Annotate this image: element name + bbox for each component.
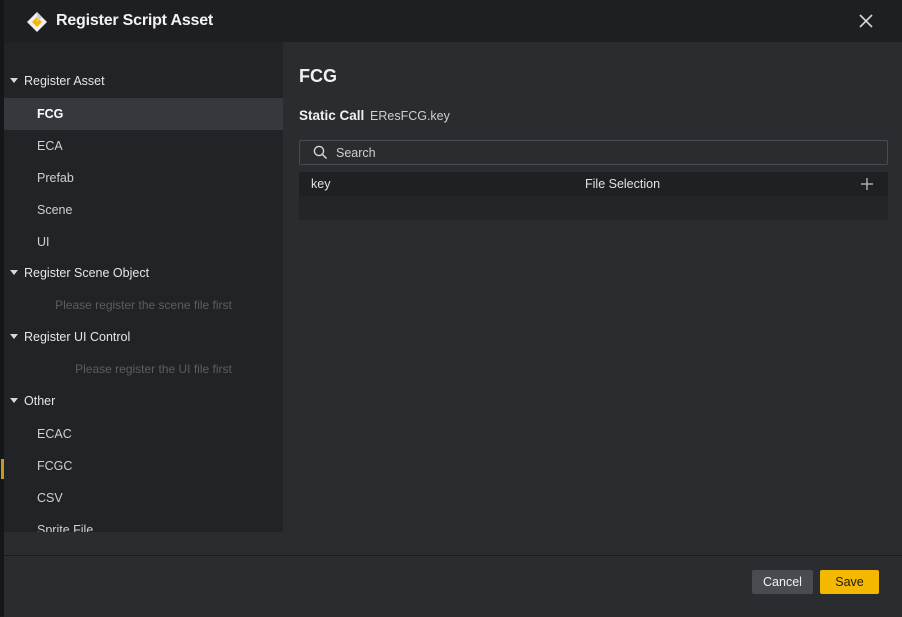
sidebar-item-label: Sprite File <box>37 523 94 532</box>
sidebar-item-prefab[interactable]: Prefab <box>4 162 283 194</box>
caret-down-icon <box>10 398 18 403</box>
dialog-footer: Cancel Save <box>4 555 902 617</box>
column-header-file-selection: File Selection <box>585 177 661 191</box>
group-label: Register Asset <box>24 74 105 88</box>
app-logo-icon <box>27 12 47 32</box>
group-other[interactable]: Other <box>4 389 283 413</box>
sidebar-item-eca[interactable]: ECA <box>4 130 283 162</box>
sidebar-item-sprite-file[interactable]: Sprite File <box>4 514 283 532</box>
sidebar-item-ui[interactable]: UI <box>4 226 283 258</box>
group-label: Register UI Control <box>24 330 131 344</box>
sidebar-item-fcg[interactable]: FCG <box>4 98 283 130</box>
save-button[interactable]: Save <box>820 570 879 594</box>
caret-down-icon <box>10 78 18 83</box>
sidebar-item-ecac[interactable]: ECAC <box>4 418 283 450</box>
dialog-title: Register Script Asset <box>56 12 214 29</box>
ui-control-hint: Please register the UI file first <box>75 362 232 376</box>
sidebar-item-label: ECA <box>37 139 63 153</box>
sidebar-item-label: ECAC <box>37 427 72 441</box>
caret-down-icon <box>10 334 18 339</box>
caret-down-icon <box>10 270 18 275</box>
dialog-title-bar: Register Script Asset <box>4 0 902 42</box>
sidebar-item-label: FCGC <box>37 459 73 473</box>
table-row-empty <box>299 196 888 220</box>
register-script-asset-dialog: Register Script Asset Register Asset FCG… <box>4 0 902 617</box>
asset-title: FCG <box>299 66 337 86</box>
search-icon <box>313 145 328 160</box>
static-call-value: EResFCG.key <box>370 109 450 123</box>
column-header-key: key <box>311 177 331 191</box>
search-input[interactable] <box>336 143 876 162</box>
group-register-ui-control[interactable]: Register UI Control <box>4 325 283 349</box>
static-call-label: Static Call <box>299 108 365 123</box>
group-register-asset[interactable]: Register Asset <box>4 69 283 93</box>
sidebar-item-label: Scene <box>37 203 73 217</box>
group-label: Register Scene Object <box>24 266 150 280</box>
group-label: Other <box>24 394 56 408</box>
plus-icon[interactable] <box>860 177 874 191</box>
asset-detail-panel: FCG Static Call EResFCG.key key File Sel… <box>283 42 902 555</box>
search-box[interactable] <box>299 140 888 165</box>
scene-object-hint: Please register the scene file first <box>55 298 232 312</box>
sidebar-item-csv[interactable]: CSV <box>4 482 283 514</box>
sidebar-item-label: UI <box>37 235 50 249</box>
sidebar-item-label: CSV <box>37 491 63 505</box>
group-register-scene-object[interactable]: Register Scene Object <box>4 261 283 285</box>
asset-category-sidebar: Register Asset FCG ECA Prefab Scene UI R… <box>4 42 283 532</box>
sidebar-item-label: FCG <box>37 107 64 121</box>
table-header: key File Selection <box>299 172 888 196</box>
cancel-button[interactable]: Cancel <box>752 570 813 594</box>
sidebar-item-fcgc[interactable]: FCGC <box>4 450 283 482</box>
sidebar-item-scene[interactable]: Scene <box>4 194 283 226</box>
close-icon[interactable] <box>856 11 876 31</box>
sidebar-item-label: Prefab <box>37 171 74 185</box>
